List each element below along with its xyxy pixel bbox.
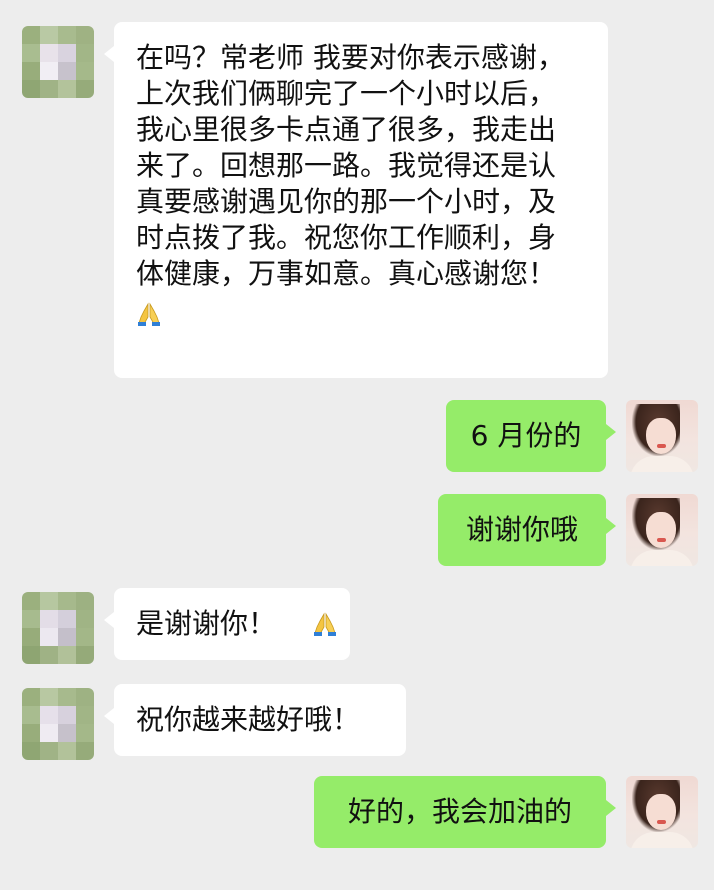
message-line: 体健康，万事如意。真心感谢您！ <box>136 257 557 290</box>
message-line: 我心里很多卡点通了很多，我走出 <box>136 113 557 146</box>
message-line: 时点拨了我。祝您你工作顺利，身 <box>136 221 557 254</box>
contact-avatar-pixelated[interactable] <box>22 26 94 98</box>
message-line: 在吗？常老师 我要对你表示感谢， <box>136 41 565 74</box>
message-text: 祝你越来越好哦！ <box>136 703 361 736</box>
message-bubble[interactable]: 是谢谢你！ <box>104 588 350 660</box>
folded-hands-icon <box>312 611 338 637</box>
message-line: 真要感谢遇见你的那一个小时，及 <box>136 185 557 218</box>
message-text: 是谢谢你！ <box>136 607 277 640</box>
message-bubble[interactable]: 6 月份的 <box>446 400 616 472</box>
message-line: 来了。回想那一路。我觉得还是认 <box>136 149 557 182</box>
message-bubble[interactable]: 谢谢你哦 <box>438 494 616 566</box>
contact-avatar-pixelated[interactable] <box>22 592 94 664</box>
user-avatar[interactable] <box>626 776 698 848</box>
message-text: 6 月份的 <box>470 419 582 452</box>
message-line: 上次我们俩聊完了一个小时以后， <box>136 77 557 110</box>
message-text: 好的，我会加油的 <box>347 795 572 828</box>
contact-avatar-pixelated[interactable] <box>22 688 94 760</box>
folded-hands-icon <box>136 301 162 327</box>
message-bubble[interactable]: 在吗？常老师 我要对你表示感谢， 上次我们俩聊完了一个小时以后， 我心里很多卡点… <box>104 22 608 378</box>
user-avatar[interactable] <box>626 400 698 472</box>
message-bubble[interactable]: 祝你越来越好哦！ <box>104 684 406 756</box>
user-avatar[interactable] <box>626 494 698 566</box>
message-bubble[interactable]: 好的，我会加油的 <box>314 776 616 848</box>
message-text: 谢谢你哦 <box>465 513 578 546</box>
